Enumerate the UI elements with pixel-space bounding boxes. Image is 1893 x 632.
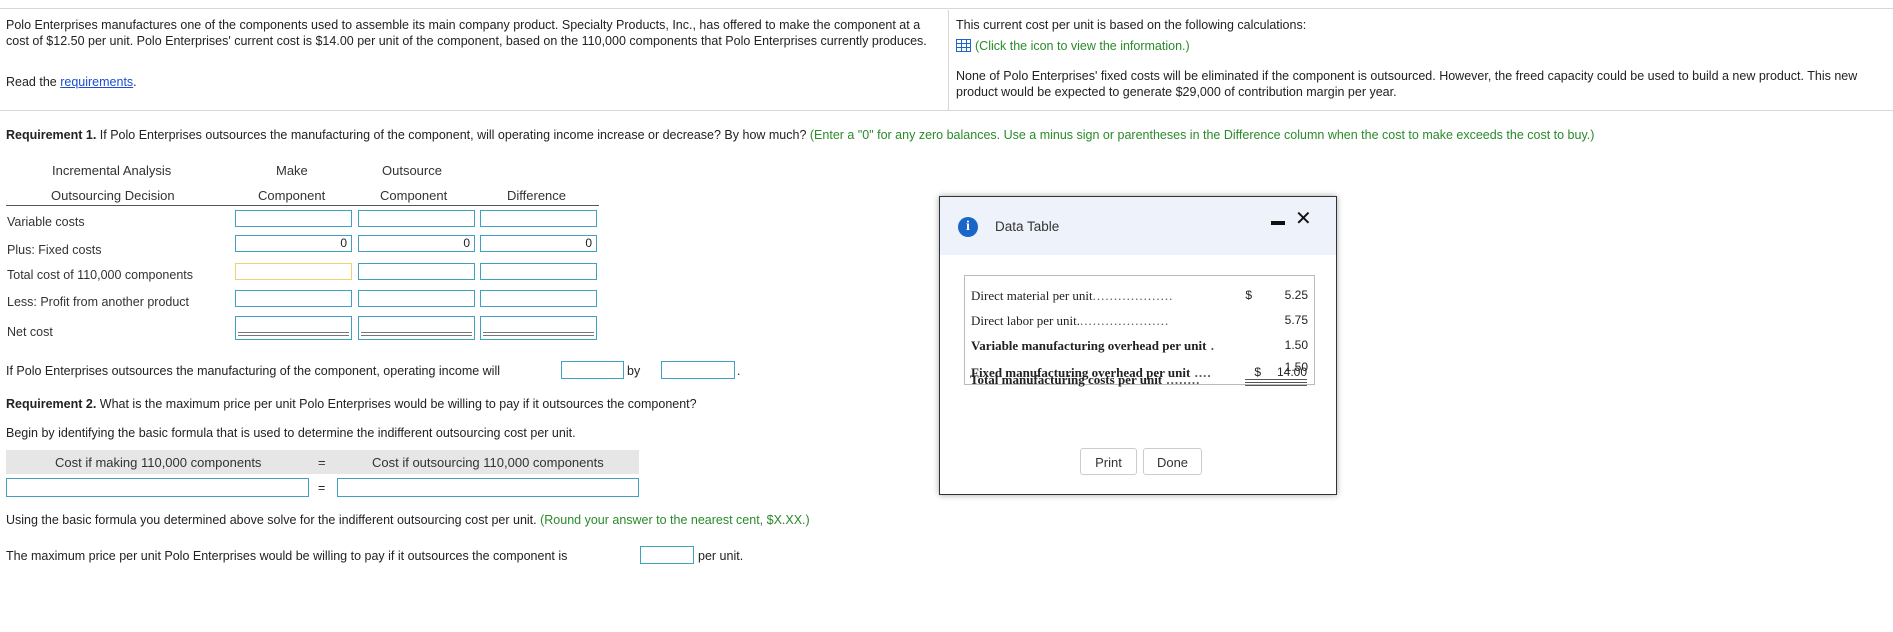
data-row-label: Direct material per unit................… [971, 288, 1174, 303]
dialog-header: i Data Table ✕ [940, 197, 1336, 255]
col-out-2: Component [380, 188, 448, 203]
done-button[interactable]: Done [1143, 448, 1202, 475]
problem-description: Polo Enterprises manufactures one of the… [6, 18, 927, 48]
column-divider [948, 10, 949, 110]
top-divider [0, 8, 1893, 9]
net-outsource-input[interactable] [358, 316, 475, 340]
calc-info-link[interactable]: (Click the icon to view the information.… [956, 38, 1190, 54]
requirement-1: Requirement 1. If Polo Enterprises outso… [6, 128, 1595, 142]
total-row-label: Total manufacturing costs per unit .....… [970, 372, 1201, 387]
calc-link-text[interactable]: (Click the icon to view the information.… [975, 39, 1190, 53]
income-question: If Polo Enterprises outsources the manuf… [6, 364, 501, 378]
data-table-dialog: i Data Table ✕ Direct material per unit.… [939, 196, 1337, 495]
formula-right-label: Cost if outsourcing 110,000 components [372, 455, 604, 470]
table-title-2: Outsourcing Decision [51, 188, 175, 203]
formula-instruction: Begin by identifying the basic formula t… [6, 426, 576, 440]
row-label-profit: Less: Profit from another product [7, 295, 190, 309]
formula-equals: = [318, 481, 326, 495]
formula-equals-header: = [318, 455, 326, 470]
col-difference: Difference [507, 188, 567, 203]
per-unit-label: per unit. [698, 549, 744, 563]
variable-diff-input[interactable] [480, 210, 597, 227]
net-make-input[interactable] [235, 316, 352, 340]
dialog-title: Data Table [995, 219, 1060, 234]
col-make-2: Component [258, 188, 326, 203]
section-divider [0, 110, 1893, 111]
total-double-line-bottom [1245, 385, 1307, 386]
subtotal-line [1245, 379, 1307, 380]
total-make-input[interactable] [235, 263, 352, 280]
income-amount-input[interactable] [661, 361, 735, 379]
table-grid-icon[interactable] [956, 39, 971, 52]
data-row-value: 1.50 [1284, 338, 1308, 352]
max-price-input[interactable] [640, 546, 694, 564]
columns-underline [234, 205, 599, 206]
fixed-costs-note: None of Polo Enterprises' fixed costs wi… [956, 69, 1858, 99]
variable-make-input[interactable] [235, 210, 352, 227]
formula-left-label: Cost if making 110,000 components [55, 455, 262, 470]
data-row-value: 5.25 [1284, 288, 1308, 302]
variable-outsource-input[interactable] [358, 210, 475, 227]
info-icon: i [958, 217, 978, 237]
profit-outsource-input[interactable] [358, 290, 475, 307]
income-period: . [737, 364, 741, 378]
total-row-value: 14.00 [1276, 365, 1307, 379]
solve-instruction: Using the basic formula you determined a… [6, 513, 810, 527]
total-diff-input[interactable] [480, 263, 597, 280]
data-row-dollar: $ [1245, 288, 1252, 302]
profit-diff-input[interactable] [480, 290, 597, 307]
total-double-line-top [1245, 382, 1307, 383]
read-requirements: Read the requirements. [6, 75, 137, 89]
data-row-label: Variable manufacturing overhead per unit… [971, 338, 1215, 353]
requirement-2: Requirement 2. What is the maximum price… [6, 397, 697, 411]
header-underline [6, 205, 234, 206]
net-diff-input[interactable] [480, 316, 597, 340]
col-out-1: Outsource [382, 163, 442, 178]
col-make-1: Make [276, 163, 308, 178]
data-row-label: Direct labor per unit...................… [971, 313, 1170, 328]
close-icon[interactable]: ✕ [1295, 209, 1312, 229]
fixed-diff-input[interactable]: 0 [480, 235, 597, 252]
profit-make-input[interactable] [235, 290, 352, 307]
row-label-variable: Variable costs [7, 215, 85, 229]
print-button[interactable]: Print [1080, 448, 1137, 475]
calc-text: This current cost per unit is based on t… [956, 18, 1307, 32]
row-label-fixed: Plus: Fixed costs [7, 243, 102, 257]
max-price-text: The maximum price per unit Polo Enterpri… [6, 549, 568, 563]
row-label-total: Total cost of 110,000 components [7, 268, 193, 282]
formula-left-input[interactable] [6, 478, 309, 497]
increase-decrease-select[interactable] [561, 361, 624, 379]
requirements-link[interactable]: requirements [60, 75, 133, 89]
table-title-1: Incremental Analysis [52, 163, 172, 178]
fixed-make-input[interactable]: 0 [235, 235, 352, 252]
minimize-icon[interactable] [1271, 221, 1285, 225]
formula-right-input[interactable] [337, 478, 639, 497]
cost-data-table: Direct material per unit................… [964, 275, 1315, 385]
fixed-outsource-input[interactable]: 0 [358, 235, 475, 252]
data-row-value: 5.75 [1284, 313, 1308, 327]
total-row-dollar: $ [1254, 365, 1261, 379]
total-outsource-input[interactable] [358, 263, 475, 280]
row-label-net: Net cost [7, 325, 53, 339]
income-by: by [627, 364, 641, 378]
